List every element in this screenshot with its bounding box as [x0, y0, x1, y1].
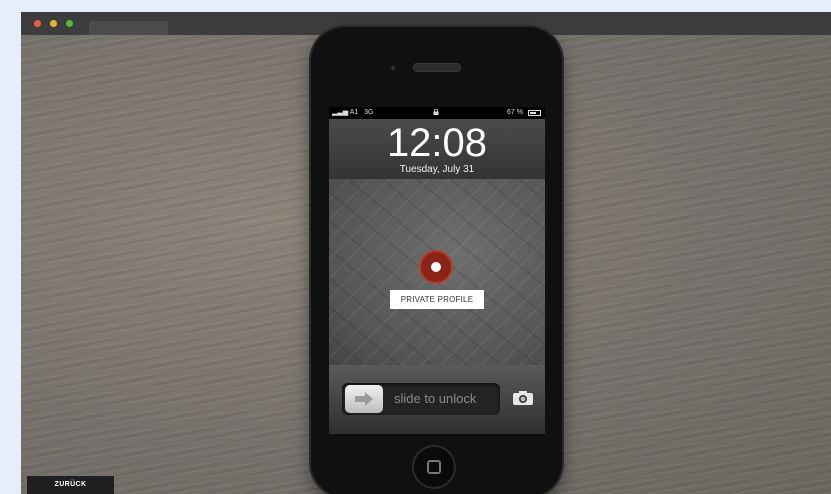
- phone-screen: ▂▃▅ A1 3G 67 % 12:08 Tuesday, July 31 PR…: [329, 107, 545, 434]
- network-type: 3G: [364, 109, 374, 116]
- lock-date: Tuesday, July 31: [399, 164, 475, 175]
- record-button[interactable]: [419, 250, 453, 284]
- maximize-window-button[interactable]: [66, 20, 73, 27]
- lock-time: 12:08: [386, 121, 488, 165]
- battery-percentage: 67 %: [507, 109, 523, 116]
- camera-icon[interactable]: [512, 390, 534, 406]
- signal-icon: ▂▃▅: [332, 109, 349, 116]
- back-button[interactable]: ZURÜCK: [27, 476, 114, 494]
- carrier-signal: ▂▃▅ A1 3G: [332, 107, 373, 119]
- earpiece-speaker: [413, 63, 461, 72]
- status-bar: ▂▃▅ A1 3G 67 %: [329, 107, 545, 119]
- carrier-name: A1: [349, 109, 359, 116]
- unlock-panel: slide to unlock: [329, 365, 545, 434]
- battery-icon: [528, 110, 541, 116]
- front-camera-icon: [391, 66, 395, 70]
- home-button[interactable]: [412, 445, 456, 489]
- iphone-mockup: ▂▃▅ A1 3G 67 % 12:08 Tuesday, July 31 PR…: [311, 27, 562, 494]
- private-profile-button[interactable]: PRIVATE PROFILE: [390, 290, 484, 309]
- minimize-window-button[interactable]: [50, 20, 57, 27]
- arrow-right-icon: [355, 392, 373, 406]
- home-square-icon: [427, 460, 441, 474]
- browser-tab[interactable]: [89, 21, 168, 35]
- close-window-button[interactable]: [34, 20, 41, 27]
- record-icon: [431, 262, 441, 272]
- lock-icon: [433, 109, 439, 115]
- slide-to-unlock-text: slide to unlock: [394, 391, 477, 406]
- battery-level-fill: [530, 112, 537, 114]
- lock-clock-panel: 12:08 Tuesday, July 31: [329, 119, 545, 179]
- unlock-slider-knob[interactable]: [345, 385, 383, 413]
- unlock-slider[interactable]: slide to unlock: [342, 383, 500, 415]
- browser-window: ▂▃▅ A1 3G 67 % 12:08 Tuesday, July 31 PR…: [21, 12, 831, 494]
